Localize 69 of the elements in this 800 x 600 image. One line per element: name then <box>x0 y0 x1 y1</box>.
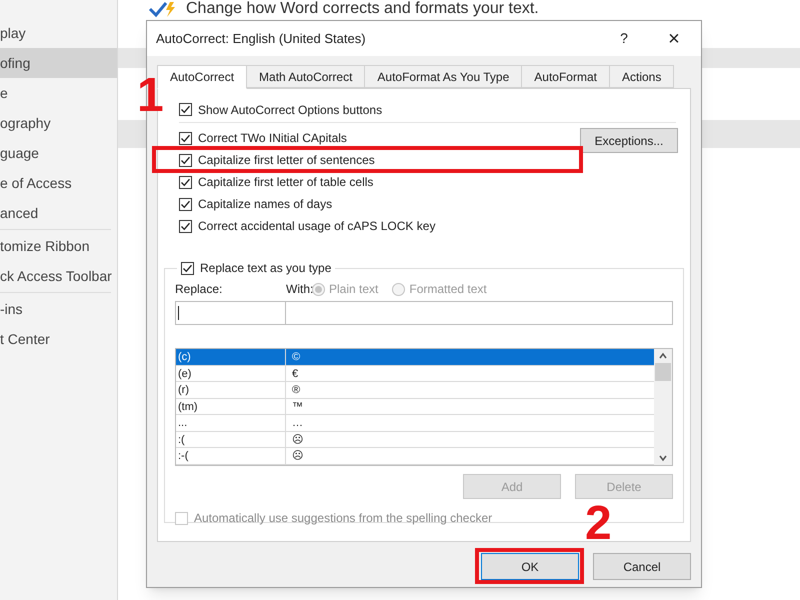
list-cell-text: ® <box>291 383 300 398</box>
list-cell: (r) <box>176 382 286 398</box>
sidebar-item[interactable]: guage <box>0 138 117 168</box>
tab[interactable]: AutoFormat As You Type <box>364 65 522 88</box>
list-row[interactable]: (c) © <box>176 349 654 366</box>
replace-field[interactable] <box>175 301 286 325</box>
checkbox[interactable] <box>179 220 192 232</box>
group-label: Replace text as you type <box>200 260 332 277</box>
sidebar-item[interactable]: -ins <box>0 294 117 324</box>
sidebar-item[interactable]: tomize Ribbon <box>0 231 117 261</box>
header-text: Change how Word corrects and formats your text. <box>186 0 539 19</box>
list-row[interactable]: ... … <box>176 415 654 432</box>
option-label: Automatically use suggestions from the spelling checker <box>194 510 492 527</box>
dialog-button[interactable]: Cancel <box>593 553 691 580</box>
sidebar-item[interactable]: ography <box>0 108 117 138</box>
sidebar-item[interactable]: play <box>0 18 117 48</box>
list-cell-text: ☹ <box>291 449 303 464</box>
list-cell: :( <box>176 432 286 447</box>
sidebar-item[interactable]: ofing <box>0 48 117 78</box>
tab[interactable]: Math AutoCorrect <box>246 65 366 88</box>
checkbox[interactable] <box>179 198 192 210</box>
replace-label: Replace: <box>175 281 224 298</box>
checkbox[interactable] <box>179 132 192 144</box>
option-label: Correct accidental usage of cAPS LOCK key <box>198 218 436 235</box>
tab[interactable]: Actions <box>608 65 674 88</box>
list-cell: ... <box>176 415 286 430</box>
list-cell-text: … <box>291 416 303 430</box>
checkbox[interactable] <box>179 154 192 166</box>
list-cell: (e) <box>176 366 286 381</box>
list-cell-text: © <box>291 350 300 364</box>
list-cell-text: € <box>291 366 298 381</box>
sidebar-item[interactable]: anced <box>0 198 117 228</box>
option-label: Correct TWo INitial CApitals <box>198 130 347 147</box>
checkbox[interactable] <box>179 103 192 116</box>
step-number: 2 <box>585 500 612 548</box>
list-row[interactable]: :( ☹ <box>176 432 654 448</box>
list-row[interactable]: :-( ☹ <box>176 448 654 464</box>
list-cell: :-( <box>176 448 286 464</box>
list-row[interactable]: (r) ® <box>176 382 654 398</box>
sidebar-item[interactable]: e of Access <box>0 168 117 198</box>
tab[interactable]: AutoFormat <box>521 65 610 88</box>
checkbox[interactable] <box>179 176 192 188</box>
exceptions-button[interactable]: Exceptions... <box>580 128 678 153</box>
option-label: Capitalize first letter of sentences <box>198 152 375 169</box>
list-row[interactable]: (tm) ™ <box>176 398 654 415</box>
radio-label: Plain text <box>329 281 378 298</box>
list-cell-text: ☹ <box>291 432 303 447</box>
dialog-button[interactable]: OK <box>481 553 579 580</box>
radio-label: Formatted text <box>409 281 487 298</box>
list-cell: (c) <box>176 349 286 364</box>
sidebar-item[interactable]: t Center <box>0 324 117 354</box>
list-cell-text: ™ <box>291 400 303 414</box>
sidebar-item[interactable]: ck Access Toolbar <box>0 261 117 291</box>
sidebar-item[interactable]: e <box>0 78 117 108</box>
with-label: With: <box>286 281 312 298</box>
check-lightning-icon <box>148 0 178 18</box>
scrollbar[interactable] <box>654 349 672 465</box>
tab[interactable]: AutoCorrect <box>157 65 248 89</box>
close-button[interactable]: × <box>659 28 689 48</box>
option-label: Capitalize names of days <box>198 196 332 213</box>
list-row[interactable]: (e) € <box>176 366 654 382</box>
option-label: Capitalize first letter of table cells <box>198 174 374 191</box>
option-label: Show AutoCorrect Options buttons <box>198 102 382 118</box>
checkbox[interactable] <box>181 262 194 274</box>
scroll-thumb[interactable] <box>655 363 671 381</box>
dialog-title: AutoCorrect: English (United States) <box>156 30 367 48</box>
list-cell: (tm) <box>176 398 286 414</box>
with-field[interactable] <box>286 301 673 325</box>
help-button[interactable]: ? <box>609 28 639 49</box>
